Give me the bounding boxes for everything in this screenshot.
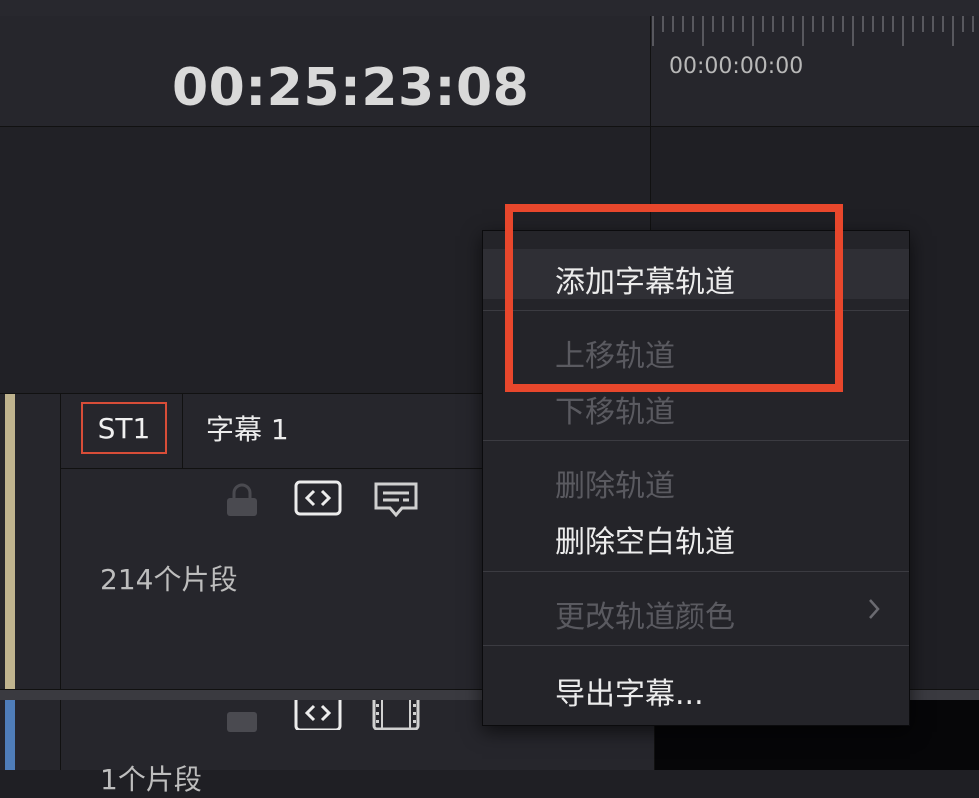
menu-item-label: 下移轨道 — [555, 395, 675, 430]
track-context-menu: 添加字幕轨道 上移轨道 下移轨道 删除轨道 删除空白轨道 更改轨道颜色 导出字幕… — [482, 230, 910, 726]
ruler-ticks — [652, 16, 974, 46]
film-icon[interactable] — [372, 700, 420, 730]
track-name[interactable]: 字幕 1 — [206, 408, 289, 448]
track-clip-count: 1个片段 — [100, 763, 202, 796]
divider — [60, 394, 61, 690]
caption-icon[interactable] — [372, 480, 420, 520]
timeline-ruler[interactable]: 00:00:00:00 — [651, 16, 979, 127]
lock-icon[interactable] — [224, 704, 260, 734]
menu-item-export-subtitles[interactable]: 导出字幕... — [483, 661, 909, 712]
chevron-right-icon — [869, 599, 880, 619]
menu-separator — [483, 310, 909, 311]
menu-item-delete-empty-tracks[interactable]: 删除空白轨道 — [483, 509, 909, 560]
track-color-strip — [5, 700, 15, 770]
timecode-panel: 00:25:23:08 — [0, 16, 651, 127]
lock-icon[interactable] — [224, 482, 260, 518]
top-strip — [0, 0, 979, 17]
menu-item-delete-track[interactable]: 删除轨道 — [483, 453, 909, 504]
track-clip-count: 214个片段 — [100, 563, 238, 596]
divider — [60, 700, 61, 770]
menu-item-label: 上移轨道 — [555, 339, 675, 374]
track-color-strip — [5, 394, 15, 690]
menu-item-label: 添加字幕轨道 — [555, 265, 735, 300]
menu-item-label: 导出字幕... — [555, 677, 704, 712]
menu-item-add-subtitle-track[interactable]: 添加字幕轨道 — [483, 249, 909, 300]
menu-item-label: 删除空白轨道 — [555, 525, 735, 560]
menu-separator — [483, 645, 909, 646]
menu-item-change-track-color[interactable]: 更改轨道颜色 — [483, 584, 909, 635]
menu-separator — [483, 571, 909, 572]
timecode-display[interactable]: 00:25:23:08 — [172, 58, 529, 118]
ruler-start-timecode: 00:00:00:00 — [669, 54, 804, 79]
menu-separator — [483, 440, 909, 441]
track-id-badge[interactable]: ST1 — [81, 402, 167, 454]
code-icon[interactable] — [294, 700, 342, 730]
menu-item-label: 删除轨道 — [555, 469, 675, 504]
divider — [182, 394, 183, 468]
menu-item-label: 更改轨道颜色 — [555, 600, 735, 635]
menu-item-move-track-down[interactable]: 下移轨道 — [483, 379, 909, 430]
menu-item-move-track-up[interactable]: 上移轨道 — [483, 323, 909, 374]
code-icon[interactable] — [294, 480, 342, 516]
